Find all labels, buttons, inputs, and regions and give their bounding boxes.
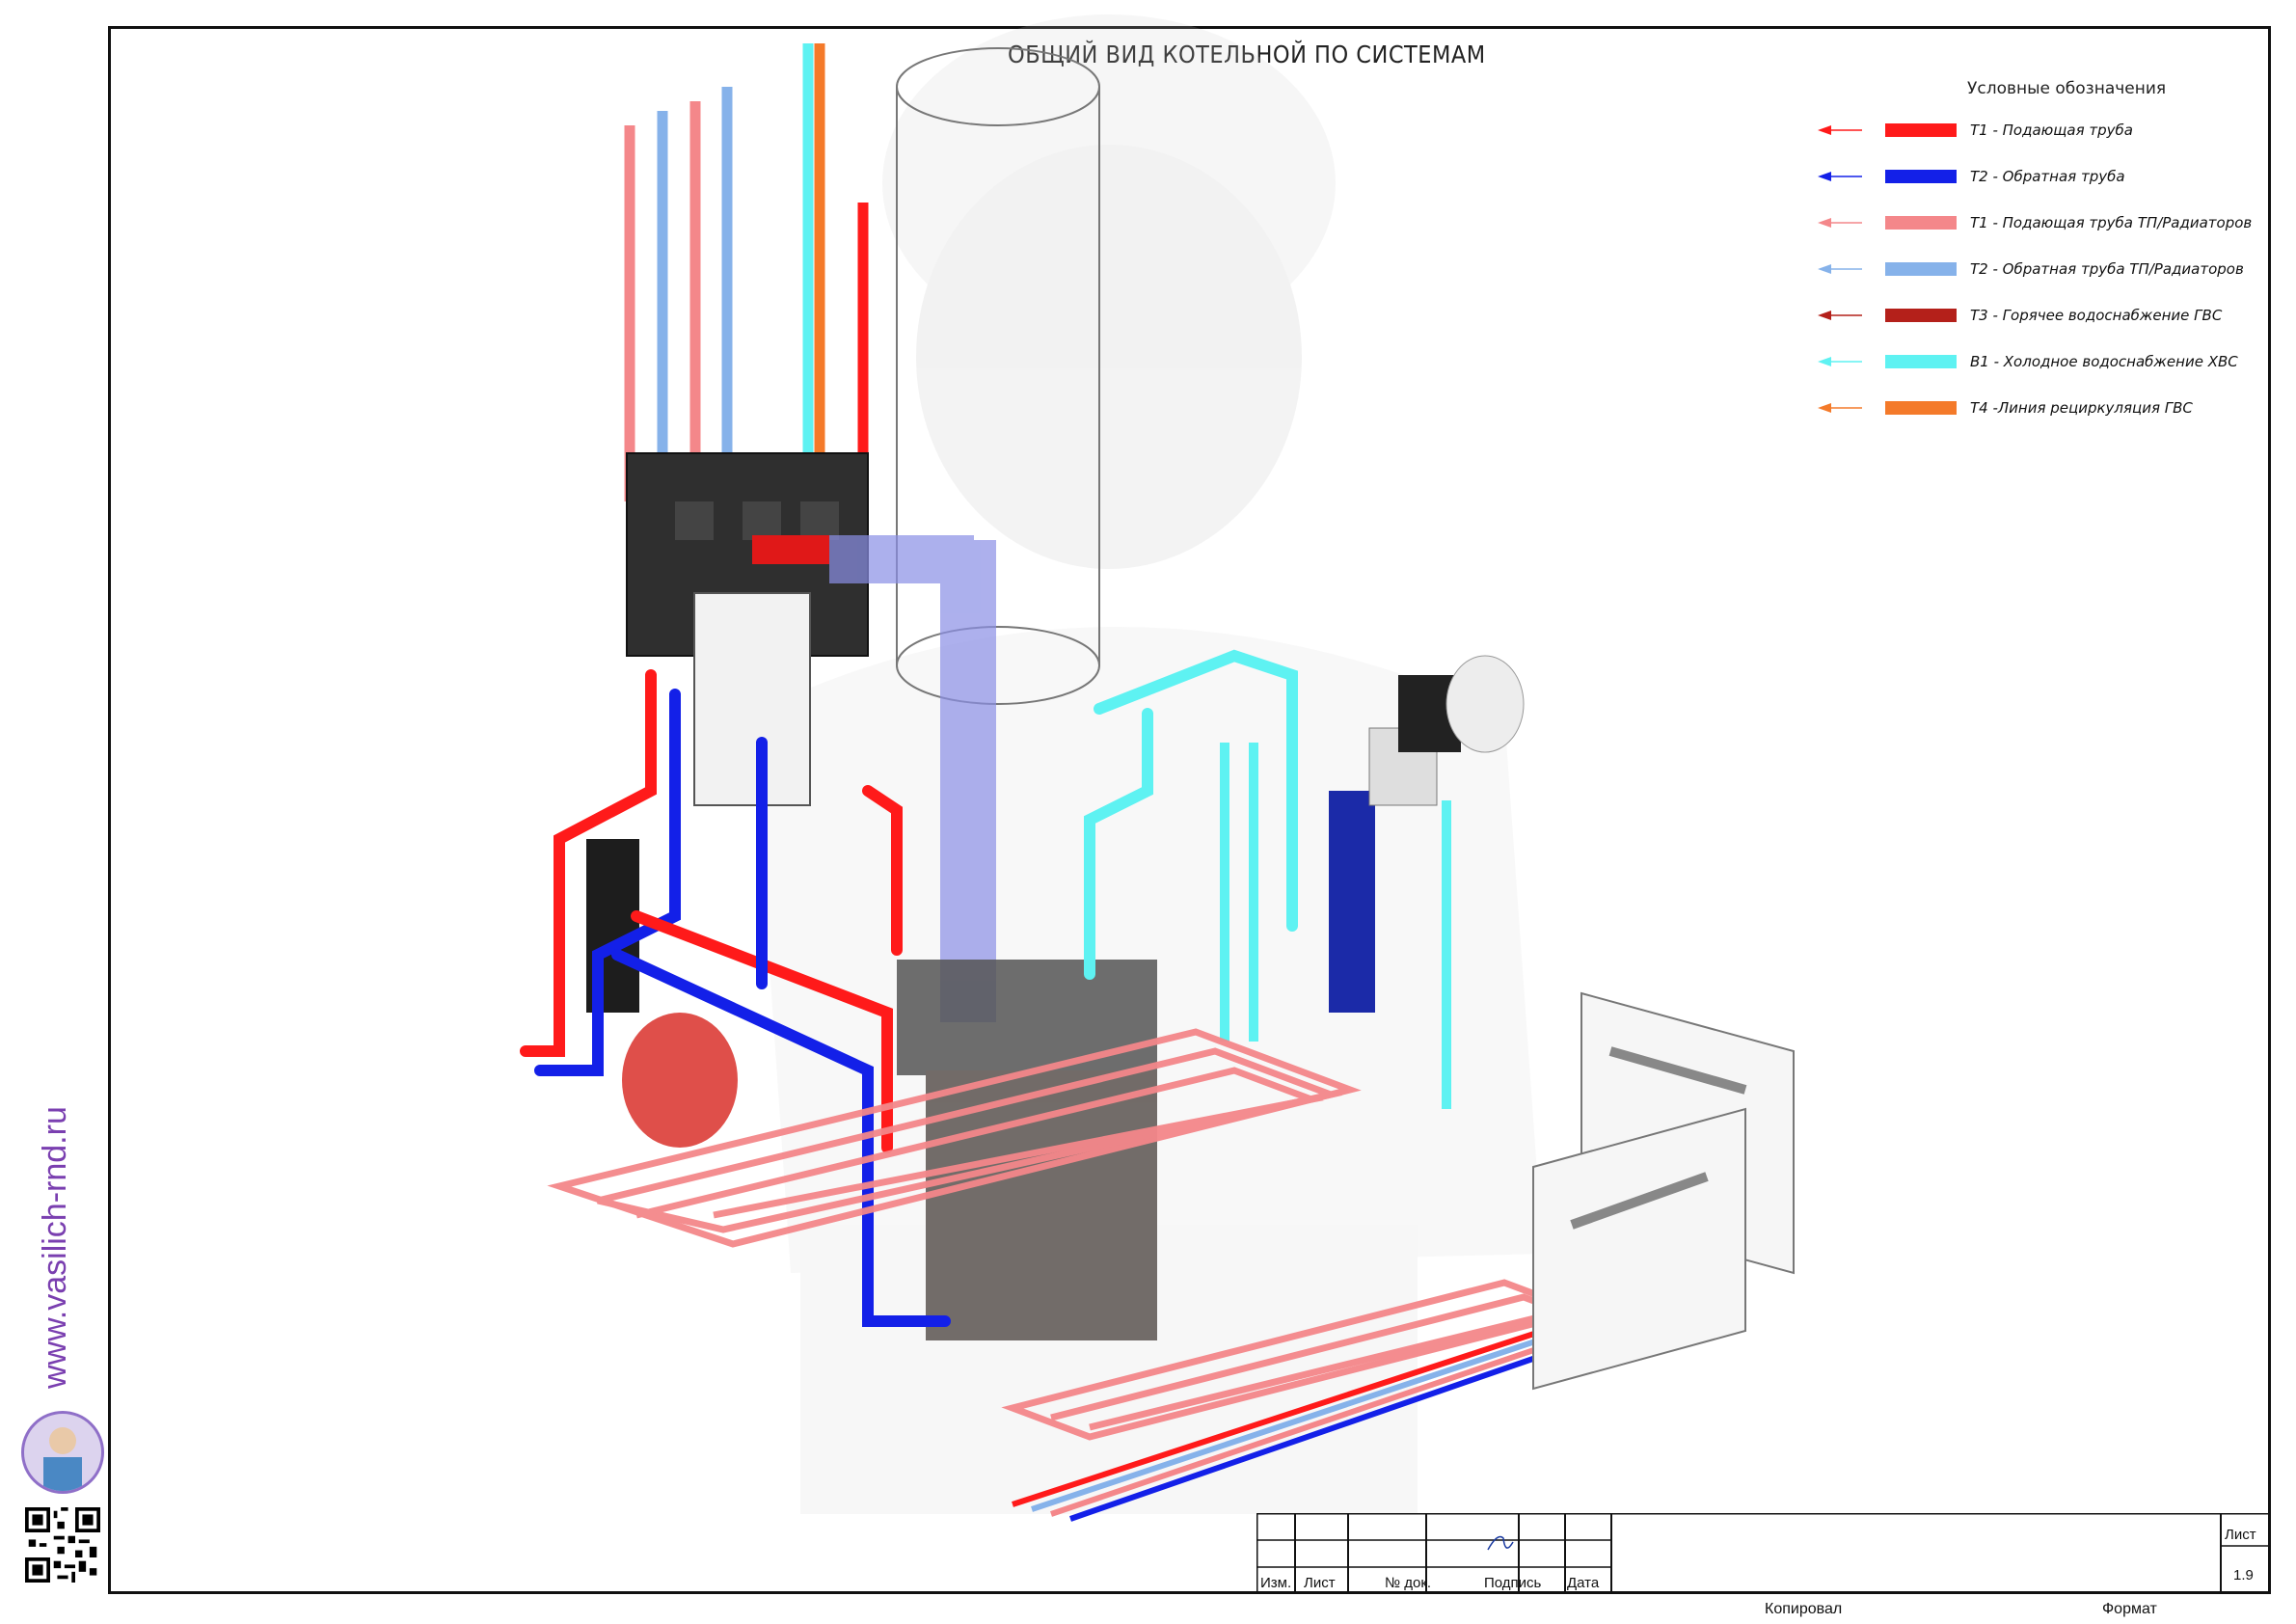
qr-code xyxy=(25,1507,100,1583)
distribution-manifold-cabinet xyxy=(1532,991,1795,1391)
stamp-col-signature: Подпись xyxy=(1484,1575,1542,1591)
format-label: Формат xyxy=(2102,1601,2157,1617)
legend-swatch xyxy=(1885,123,1957,137)
legend-title: Условные обозначения xyxy=(1967,79,2167,98)
sheet-label: Лист xyxy=(2225,1527,2256,1543)
stamp-col-date: Дата xyxy=(1567,1575,1600,1591)
stamp-col-doc: № док. xyxy=(1385,1575,1432,1591)
legend-label: Т1 - Подающая труба xyxy=(1970,122,2133,139)
flow-arrow-icon xyxy=(1818,167,1864,186)
legend-label: Т1 - Подающая труба ТП/Радиаторов xyxy=(1970,214,2253,231)
flow-arrow-icon xyxy=(1818,121,1864,140)
expansion-vessel xyxy=(622,1013,738,1148)
legend-item: В1 - Холодное водоснабжение ХВС xyxy=(1818,352,2238,371)
legend-label: Т2 - Обратная труба xyxy=(1970,168,2125,185)
flow-arrow-icon xyxy=(1818,259,1864,279)
sheet-number: 1.9 xyxy=(2233,1567,2254,1583)
website-url[interactable]: www.vasilich-rnd.ru xyxy=(37,1106,74,1389)
legend-swatch xyxy=(1885,309,1957,322)
legend-swatch xyxy=(1885,216,1957,230)
stamp-col-izm: Изм. xyxy=(1260,1575,1292,1591)
flow-arrow-icon xyxy=(1818,213,1864,232)
legend-item: Т2 - Обратная труба xyxy=(1818,167,2125,186)
legend-label: Т3 - Горячее водоснабжение ГВС xyxy=(1970,307,2223,324)
legend-swatch xyxy=(1885,262,1957,276)
legend-swatch xyxy=(1885,170,1957,183)
flow-arrow-icon xyxy=(1818,352,1864,371)
legend-item: Т3 - Горячее водоснабжение ГВС xyxy=(1818,306,2222,325)
vertical-risers xyxy=(624,43,869,501)
legend-item: Т1 - Подающая труба xyxy=(1818,121,2133,140)
stamp-col-list: Лист xyxy=(1304,1575,1336,1591)
legend-item: Т1 - Подающая труба ТП/Радиаторов xyxy=(1818,213,2252,232)
boiler-controller xyxy=(693,592,811,806)
flow-arrow-icon xyxy=(1818,306,1864,325)
author-avatar xyxy=(21,1411,104,1494)
legend-item: Т4 -Линия рециркуляция ГВС xyxy=(1818,398,2193,418)
boiler-room-illustration xyxy=(520,14,1795,1522)
signature-mark xyxy=(1487,1535,1514,1551)
legend-swatch xyxy=(1885,401,1957,415)
legend-label: В1 - Холодное водоснабжение ХВС xyxy=(1970,353,2238,370)
legend-label: Т4 -Линия рециркуляция ГВС xyxy=(1970,399,2193,417)
legend-swatch xyxy=(1885,355,1957,368)
copied-label: Копировал xyxy=(1765,1601,1843,1617)
legend-item: Т2 - Обратная труба ТП/Радиаторов xyxy=(1818,259,2244,279)
flow-arrow-icon xyxy=(1818,398,1864,418)
legend-label: Т2 - Обратная труба ТП/Радиаторов xyxy=(1970,260,2244,278)
